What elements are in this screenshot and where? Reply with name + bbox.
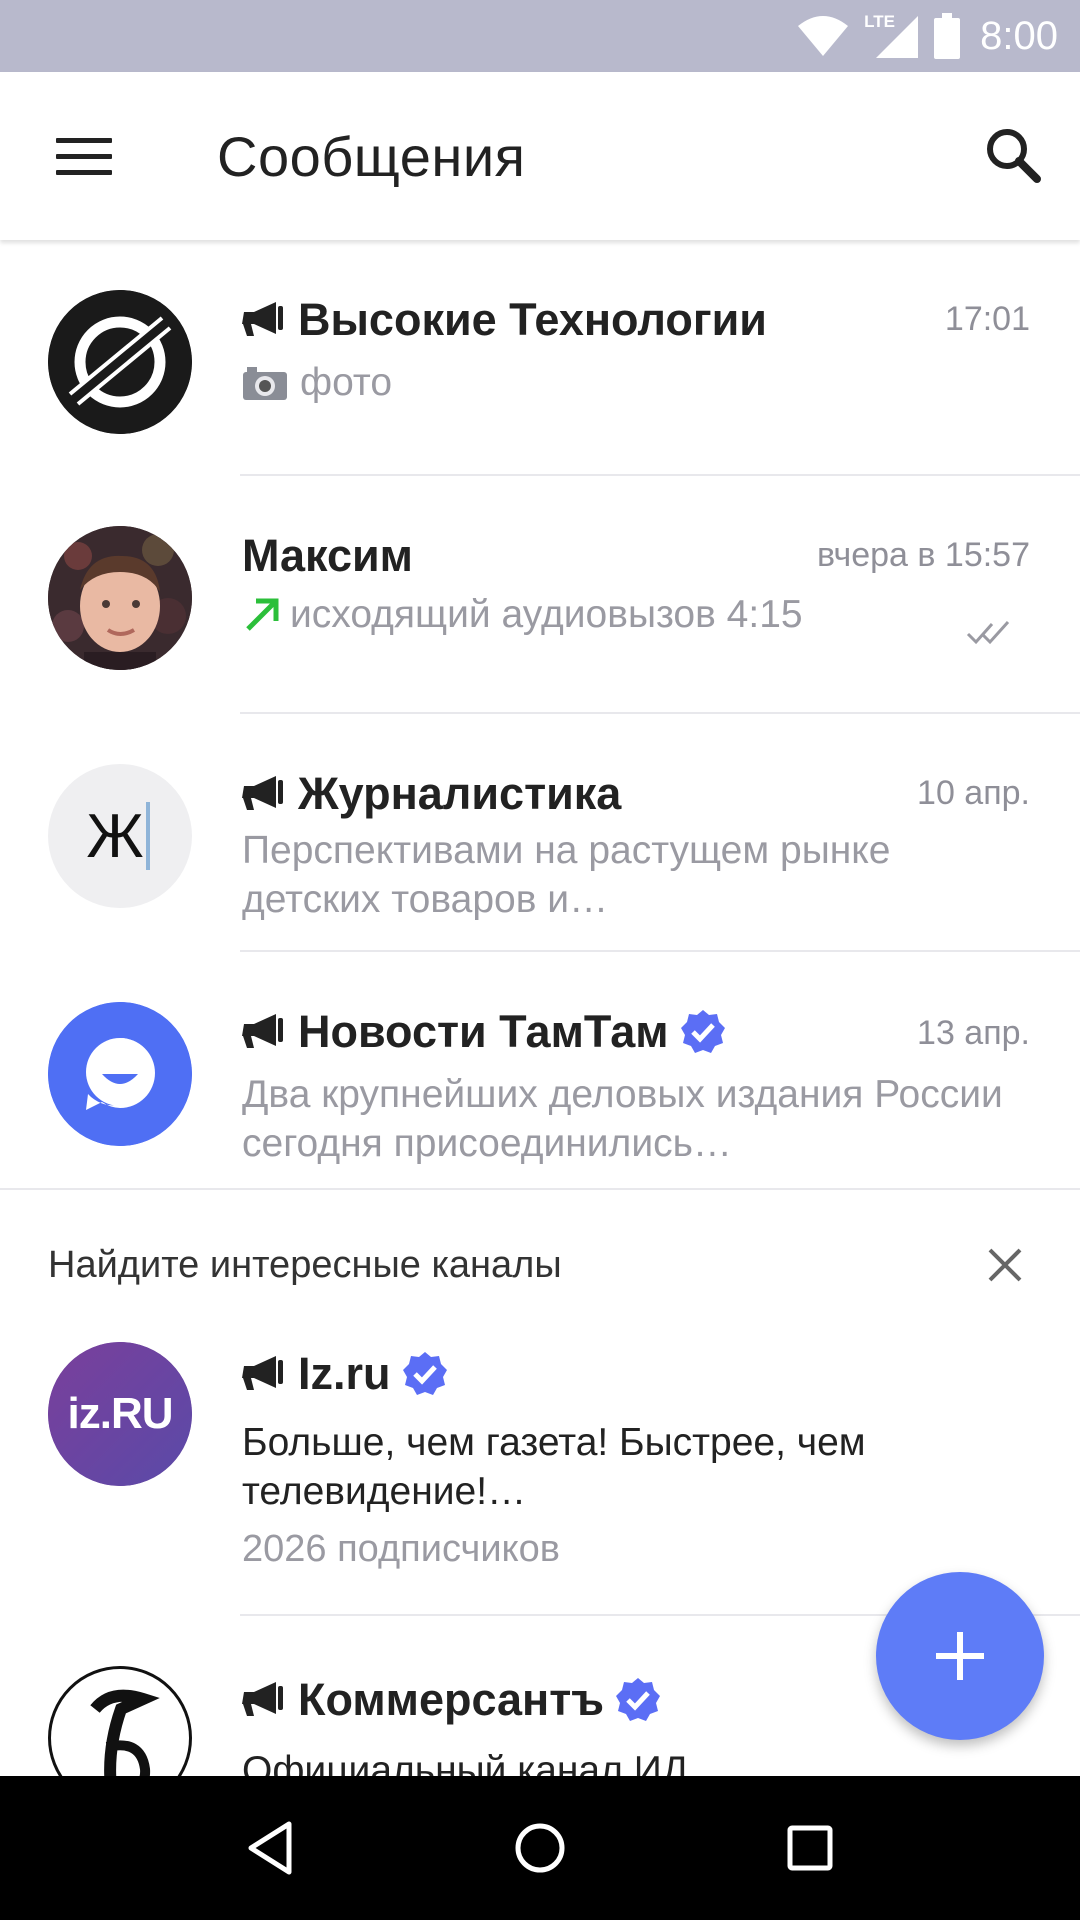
search-icon: [987, 129, 1041, 183]
megaphone-icon: [242, 302, 283, 336]
app-bar: Сообщения: [0, 72, 1080, 240]
megaphone-icon: [242, 1356, 283, 1390]
channel-name: Коммерсантъ: [242, 1674, 662, 1726]
chat-preview: Перспективами на растущем рынке детских …: [242, 829, 891, 921]
section-divider: [0, 1188, 1080, 1190]
signal-icon: LTE: [864, 12, 920, 60]
chat-name-text: Высокие Технологии: [298, 294, 767, 345]
avatar: [48, 290, 192, 434]
menu-button[interactable]: [40, 122, 128, 190]
wifi-icon: [798, 16, 849, 56]
chat-time: 17:01: [944, 300, 1030, 338]
chat-preview: исходящий аудиовызов 4:15: [242, 590, 1020, 639]
recents-icon: [787, 1825, 833, 1871]
chat-time: 13 апр.: [917, 1014, 1030, 1052]
double-check-icon: [966, 620, 1010, 645]
avatar: [48, 526, 192, 670]
network-label: LTE: [864, 12, 895, 31]
avatar-text: iz.RU: [67, 1389, 174, 1438]
channel-suggestion[interactable]: iz.RU Iz.ru Больше, чем газета! Быстрее,…: [0, 1330, 1080, 1616]
navigation-bar: [0, 1776, 1080, 1920]
camera-icon: [243, 366, 287, 400]
verified-icon: [402, 1352, 447, 1395]
avatar: [48, 1002, 192, 1146]
chat-name: Новости ТамТам: [242, 1006, 727, 1058]
plus-icon: [936, 1632, 984, 1680]
menu-icon: [56, 137, 112, 143]
chat-name-text: Новости ТамТам: [298, 1006, 669, 1057]
chat-item[interactable]: Максим вчера в 15:57 исходящий аудиовызо…: [0, 476, 1080, 714]
close-icon: [988, 1248, 1022, 1282]
channel-name: Iz.ru: [242, 1348, 449, 1400]
chat-item[interactable]: Высокие Технологии 17:01 фото: [0, 240, 1080, 476]
avatar-letter: Ж: [86, 801, 144, 871]
channel-name-text: Iz.ru: [298, 1348, 391, 1399]
avatar: iz.RU: [48, 1342, 192, 1486]
status-time: 8:00: [980, 13, 1058, 58]
chat-name-text: Максим: [242, 530, 413, 581]
chat-item[interactable]: Ж Журналистика 10 апр. Перспективами на …: [0, 714, 1080, 952]
chat-time: 10 апр.: [917, 774, 1030, 812]
avatar: [48, 1666, 192, 1776]
channel-description: Официальный канал ИД: [242, 1749, 689, 1776]
battery-icon: [934, 13, 961, 59]
new-chat-button[interactable]: [876, 1572, 1044, 1740]
chat-preview-text: фото: [300, 361, 393, 404]
chat-name: Журналистика: [242, 768, 621, 820]
chat-preview-text: исходящий аудиовызов 4:15: [290, 593, 803, 636]
outgoing-call-arrow-icon: [246, 598, 279, 631]
chat-name: Максим: [242, 530, 413, 582]
chat-name: Высокие Технологии: [242, 294, 767, 346]
megaphone-icon: [242, 1014, 283, 1048]
verified-icon: [680, 1010, 725, 1053]
chat-time: вчера в 15:57: [816, 536, 1030, 574]
channel-subscribers: 2026 подписчиков: [242, 1528, 560, 1570]
search-button[interactable]: [974, 116, 1054, 196]
verified-icon: [616, 1678, 661, 1721]
back-icon: [248, 1821, 292, 1875]
close-suggestions-button[interactable]: [980, 1240, 1030, 1290]
channel-description: Больше, чем газета! Быстрее, чем телевид…: [242, 1421, 866, 1513]
chat-preview: фото: [242, 358, 1020, 407]
chat-item[interactable]: Новости ТамТам 13 апр. Два крупнейших де…: [0, 952, 1080, 1190]
status-bar: LTE 8:00: [0, 0, 1080, 72]
channel-name-text: Коммерсантъ: [298, 1674, 605, 1725]
chat-name-text: Журналистика: [298, 768, 622, 819]
home-icon: [515, 1823, 565, 1873]
megaphone-icon: [242, 1682, 283, 1716]
page-title: Сообщения: [217, 125, 526, 188]
recents-button[interactable]: [774, 1812, 846, 1884]
avatar: Ж: [48, 764, 192, 908]
chat-preview: Два крупнейших деловых издания России се…: [242, 1073, 1003, 1165]
back-button[interactable]: [234, 1812, 306, 1884]
status-icons: LTE 8:00: [796, 0, 1058, 72]
home-button[interactable]: [504, 1812, 576, 1884]
megaphone-icon: [242, 776, 283, 810]
